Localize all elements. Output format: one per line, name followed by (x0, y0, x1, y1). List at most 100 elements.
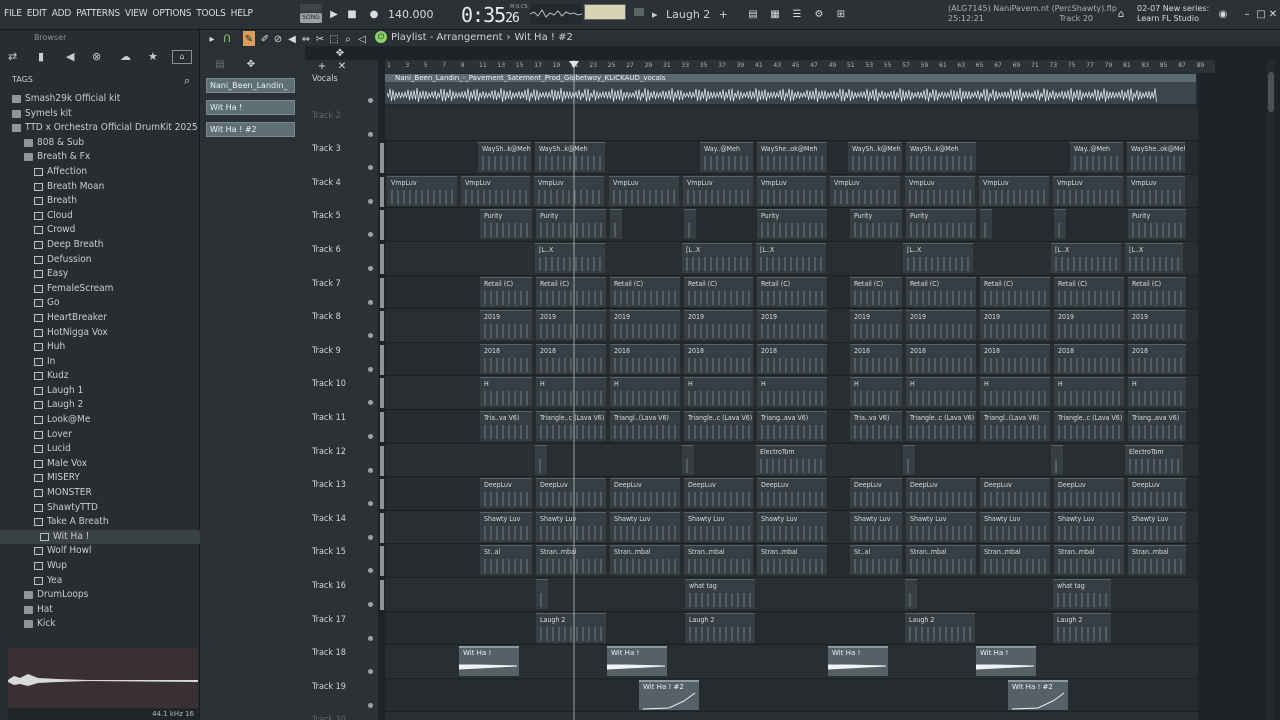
browser-item[interactable]: HotNigga Vox (0, 326, 200, 341)
browser-item[interactable]: Breath Moan (0, 180, 200, 195)
pattern-clip[interactable]: DeepLuv (610, 478, 680, 509)
plugin-icon[interactable]: ⚙ (812, 6, 826, 23)
track-mute-led[interactable] (368, 434, 373, 439)
record-icon[interactable]: ● (367, 6, 381, 23)
pattern-clip[interactable]: [L..X (535, 243, 605, 273)
pattern-clip[interactable]: Shawty Luv (684, 511, 753, 542)
track-name[interactable]: Track 9 (312, 346, 341, 356)
pattern-clip[interactable]: WayShe..ok@Meh (757, 142, 827, 173)
pattern-clip[interactable]: Shawty Luv (850, 511, 902, 542)
track-mute-led[interactable] (368, 98, 373, 103)
pattern-clip[interactable]: Triangle..c (Lava V6) (536, 411, 606, 441)
playhead-marker[interactable] (569, 61, 579, 68)
pattern-clip[interactable]: H (480, 377, 532, 408)
browser-item[interactable]: Huh (0, 340, 200, 355)
pattern-clip[interactable] (535, 444, 547, 475)
globe-icon[interactable]: ◉ (1216, 6, 1230, 23)
pattern-clip[interactable]: VmpLuv (1053, 175, 1123, 206)
track-name[interactable]: Track 18 (312, 648, 346, 658)
audio-clip[interactable]: Wit Ha ! (828, 646, 888, 677)
track-mute-led[interactable] (368, 266, 373, 271)
pattern-clip[interactable]: 2019 (610, 310, 680, 341)
pattern-clip[interactable]: 2018 (980, 343, 1050, 374)
menu-patterns[interactable]: PATTERNS (76, 8, 120, 19)
pattern-clip[interactable]: Way..@Meh (700, 142, 753, 173)
pattern-clip[interactable]: 2019 (906, 310, 976, 341)
browser-item[interactable]: MONSTER (0, 486, 200, 501)
browser-item[interactable]: TTD x Orchestra Official DrumKit 2025 (0, 121, 200, 136)
audio-clip[interactable]: Wit Ha ! (459, 646, 519, 677)
pattern-nav-icon[interactable]: ✥ (244, 56, 258, 73)
pattern-clip[interactable]: Tria..va V6) (850, 411, 902, 441)
pattern-clip[interactable]: Triang..ava V6) (757, 411, 827, 441)
audio-clip[interactable]: Wit Ha ! #2 (1008, 679, 1068, 710)
pattern-clip[interactable]: Retail (C) (1128, 276, 1186, 307)
track-name[interactable]: Track 16 (312, 581, 346, 591)
pattern-clip[interactable]: Stran..mbal (1128, 545, 1186, 576)
browser-item[interactable]: Yea (0, 574, 200, 589)
pattern-clip[interactable]: 2019 (1054, 310, 1124, 341)
pattern-clip[interactable]: 2019 (536, 310, 606, 341)
minimize-icon[interactable]: – (1242, 6, 1252, 23)
pattern-clip[interactable]: H (906, 377, 976, 408)
pattern-clip[interactable]: WaySh..k@Meh (906, 142, 976, 173)
browser-item[interactable]: FemaleScream (0, 282, 200, 297)
pattern-clip[interactable]: Triang..ava V6) (1128, 411, 1186, 441)
browser-item[interactable]: HeartBreaker (0, 311, 200, 326)
search-icon[interactable]: ⌕ (184, 74, 190, 88)
sample-preview[interactable] (8, 648, 198, 708)
pattern-clip[interactable] (684, 209, 696, 240)
pattern-clip[interactable] (903, 444, 915, 475)
plugin-db-icon[interactable]: ⊗ (92, 50, 101, 63)
pattern-clip[interactable]: Retail (C) (610, 276, 680, 307)
pattern-clip[interactable]: 2019 (684, 310, 753, 341)
track-name[interactable]: Track 11 (312, 413, 346, 423)
pattern-clip[interactable]: Shawty Luv (480, 511, 532, 542)
add-track-icon[interactable]: + (317, 60, 327, 72)
pattern-clip[interactable]: VmpLuv (979, 175, 1049, 206)
pattern-clip[interactable] (1051, 444, 1063, 475)
pattern-clip[interactable]: H (536, 377, 606, 408)
track-lane[interactable] (385, 712, 1198, 720)
pattern-clip[interactable]: [L..X (903, 243, 973, 273)
pattern-clip[interactable]: H (684, 377, 753, 408)
track-lane[interactable]: Retail (C) Retail (C) Retail (C) Retail (C)… (385, 276, 1198, 310)
track-mute-led[interactable] (368, 467, 373, 473)
select-tool-icon[interactable]: ⬚ (328, 31, 340, 48)
pattern-clip[interactable]: H (1128, 377, 1186, 408)
track-mute-led[interactable] (368, 635, 373, 641)
browser-item[interactable]: DrumLoops (0, 588, 200, 603)
pattern-clip[interactable] (682, 444, 694, 475)
pattern-clip[interactable]: Retail (C) (536, 276, 606, 307)
pattern-clip[interactable]: Shawty Luv (1128, 511, 1186, 542)
pattern-clip[interactable]: what tag (1053, 579, 1111, 609)
track-lane[interactable]: Tria..va V6) Triangle..c (Lava V6) Triangl… (385, 410, 1198, 444)
pattern-clip[interactable] (980, 209, 992, 240)
track-name[interactable]: Track 13 (312, 480, 346, 490)
menu-add[interactable]: ADD (52, 8, 72, 19)
pattern-clip[interactable]: Laugh 2 (905, 612, 975, 643)
track-name[interactable]: Track 8 (312, 312, 341, 322)
track-lane[interactable]: Wit Ha ! Wit Ha ! Wit Ha ! Wit Ha ! (385, 645, 1198, 679)
pattern-clip[interactable]: Purity (757, 209, 827, 240)
browser-item[interactable]: Kick (0, 617, 200, 632)
mixer-icon[interactable]: ▤ (746, 6, 760, 23)
pattern-clip[interactable]: DeepLuv (480, 478, 532, 509)
pattern-clip[interactable]: VmpLuv (534, 175, 604, 206)
pattern-clip[interactable] (536, 579, 548, 609)
pattern-clip[interactable]: DeepLuv (536, 478, 606, 509)
pattern-clip[interactable]: Stran..mbal (536, 545, 606, 576)
move-icon[interactable]: ✥ (333, 47, 347, 59)
pattern-clip[interactable]: Laugh 2 (1053, 612, 1111, 643)
pattern-clip[interactable]: WaySh..k@Meh (848, 142, 902, 173)
pattern-clip[interactable]: Purity (1128, 209, 1186, 240)
browser-item[interactable]: ShawtyTTD (0, 501, 200, 516)
pattern-clip[interactable]: Retail (C) (906, 276, 976, 307)
browser-item[interactable]: Affection (0, 165, 200, 180)
pattern-clip[interactable] (1054, 209, 1066, 240)
pattern-clip[interactable]: St..al (480, 545, 532, 576)
pattern-clip[interactable]: DeepLuv (906, 478, 976, 509)
track-name[interactable]: Track 14 (312, 514, 346, 524)
audio-clip[interactable]: Wit Ha ! (607, 646, 667, 677)
track-mute-led[interactable] (368, 299, 373, 305)
